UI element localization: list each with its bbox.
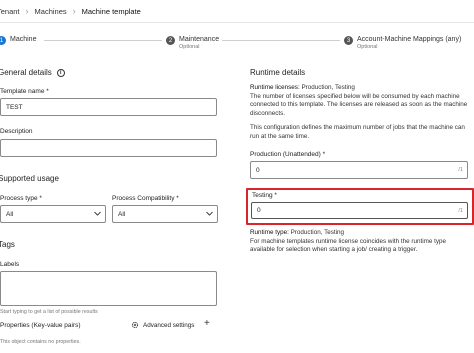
template-name-input[interactable]: TEST: [0, 98, 217, 116]
runtime-type-block: Runtime type: Production, Testing For ma…: [250, 229, 472, 255]
production-unattended-max: /1: [458, 167, 463, 173]
labels-input[interactable]: [0, 271, 217, 306]
general-details-title: General details i: [0, 68, 65, 77]
header-divider: [0, 22, 474, 23]
chevron-down-icon: [206, 211, 213, 216]
runtime-type-value: Production, Testing: [290, 229, 345, 236]
step-account-machine-mappings[interactable]: 3 Account-Machine Mappings (any) Optiona…: [344, 36, 461, 50]
supported-usage-title: Supported usage: [0, 174, 59, 183]
runtime-licenses-block: Runtime licenses: Production, Testing Th…: [250, 84, 472, 118]
step-number-badge: 2: [166, 36, 175, 45]
tags-title: Tags: [0, 240, 15, 249]
breadcrumb-tenant[interactable]: Tenant: [0, 7, 26, 16]
step-optional-label: Optional: [357, 44, 378, 50]
stepper-connector: [222, 40, 340, 41]
testing-max: /1: [458, 207, 463, 214]
labels-label: Labels: [0, 261, 20, 268]
step-maintenance[interactable]: 2 Maintenance Optional: [166, 36, 219, 50]
advanced-settings-label: Advanced settings: [143, 321, 195, 329]
step-label: Maintenance: [179, 36, 220, 43]
breadcrumb-machine-template: Machine template: [81, 6, 141, 16]
chevron-down-icon: [94, 211, 101, 216]
runtime-type-description: For machine templates runtime license co…: [250, 237, 446, 254]
step-number-badge: 3: [344, 36, 353, 45]
template-name-value: TEST: [6, 103, 23, 111]
description-input[interactable]: [0, 139, 217, 157]
gear-icon: [131, 321, 139, 329]
add-property-icon[interactable]: +: [204, 318, 210, 329]
runtime-details-title: Runtime details: [250, 68, 306, 77]
stepper-connector: [44, 40, 162, 41]
process-compatibility-value: All: [118, 210, 126, 218]
process-type-select[interactable]: All: [0, 205, 106, 223]
step-label: Machine: [10, 36, 37, 43]
runtime-licenses-value: Production, Testing: [301, 84, 355, 91]
step-number-badge: 1: [0, 36, 6, 45]
runtime-type-heading: Runtime type:: [250, 229, 289, 236]
labels-hint: Start typing to get a list of possible r…: [0, 309, 98, 315]
production-unattended-value: 0: [256, 166, 260, 174]
step-optional-label: Optional: [179, 44, 200, 50]
production-unattended-label: Production (Unattended) *: [250, 151, 326, 158]
info-icon[interactable]: i: [56, 68, 65, 77]
properties-label: Properties (Key-value pairs): [0, 322, 81, 329]
testing-label: Testing *: [252, 192, 277, 199]
template-name-label: Template name *: [0, 88, 49, 95]
runtime-config-description: This configuration defines the maximum n…: [250, 124, 465, 140]
step-label: Account-Machine Mappings (any): [357, 36, 462, 43]
runtime-licenses-description: The number of licenses specified below w…: [250, 92, 468, 117]
breadcrumb-machines[interactable]: Machines: [29, 7, 73, 16]
process-type-label: Process type *: [0, 195, 42, 202]
process-type-value: All: [6, 210, 14, 218]
properties-empty-text: This object contains no properties.: [0, 339, 81, 345]
process-compatibility-label: Process Compatibility *: [112, 195, 179, 202]
advanced-settings-button[interactable]: Advanced settings: [131, 321, 194, 329]
description-label: Description: [0, 128, 33, 135]
testing-value: 0: [257, 207, 261, 214]
testing-input[interactable]: 0 /1: [251, 202, 468, 219]
general-details-heading: General details: [0, 68, 52, 77]
breadcrumb: Tenant › Machines › Machine template: [0, 0, 474, 22]
production-unattended-input[interactable]: 0 /1: [250, 161, 468, 179]
step-machine[interactable]: 1 Machine: [0, 36, 36, 45]
runtime-licenses-heading: Runtime licenses:: [250, 84, 300, 91]
process-compatibility-select[interactable]: All: [112, 205, 218, 223]
